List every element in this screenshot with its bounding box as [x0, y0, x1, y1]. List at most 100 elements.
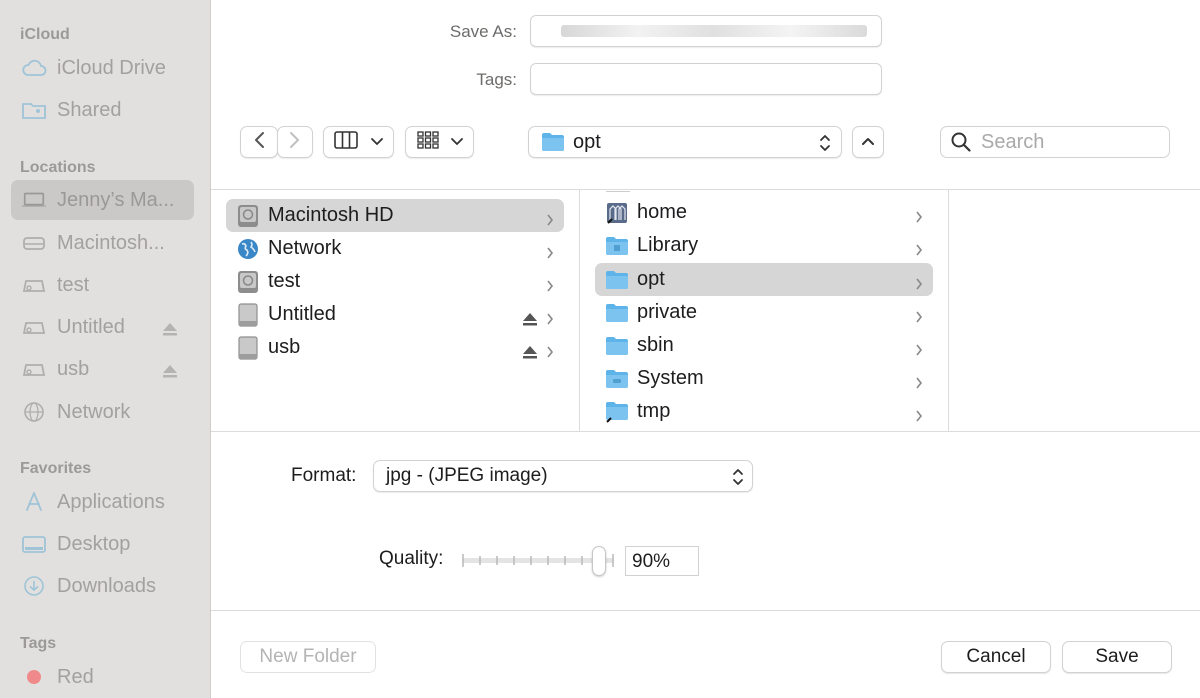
sidebar-item-shared[interactable]: Shared	[11, 90, 194, 130]
column2-item-opt[interactable]: opt	[595, 263, 933, 296]
chevron-right-icon	[915, 405, 923, 428]
sidebar-item-this-mac[interactable]: Jenny’s Ma...	[11, 180, 194, 220]
group-button[interactable]	[405, 126, 474, 158]
column2-item-private[interactable]: private	[595, 296, 933, 329]
grid-icon	[416, 130, 440, 155]
sidebar-item-network[interactable]: Network	[11, 392, 194, 432]
column2-item-sbin[interactable]: sbin	[595, 329, 933, 362]
collapse-button[interactable]	[852, 126, 884, 158]
column1-item-macintosh-hd[interactable]: Macintosh HD	[226, 199, 564, 232]
sidebar-item-usb[interactable]: usb	[11, 349, 194, 389]
column1-item-network[interactable]: Network	[226, 232, 564, 265]
column1-item-untitled[interactable]: Untitled	[226, 298, 564, 331]
column2-item-tmp[interactable]: tmp	[595, 395, 933, 428]
sidebar-item-label: Network	[57, 400, 131, 423]
path-popup[interactable]: opt	[528, 126, 842, 158]
view-mode-button[interactable]	[323, 126, 394, 158]
sidebar-section-tags: Tags	[20, 635, 57, 652]
eject-icon[interactable]	[162, 319, 178, 342]
download-icon	[21, 573, 47, 599]
sidebar-item-icloud-drive[interactable]: iCloud Drive	[11, 48, 194, 88]
save-button[interactable]: Save	[1062, 641, 1172, 673]
system-folder-icon	[605, 367, 629, 391]
tags-label: Tags:	[476, 70, 517, 89]
row-label: Macintosh HD	[268, 204, 394, 226]
chevron-right-icon	[915, 372, 923, 395]
cloud-icon	[21, 55, 47, 81]
chevron-right-icon	[915, 339, 923, 362]
save-as-label: Save As:	[449, 22, 517, 41]
forward-button[interactable]	[277, 126, 313, 158]
row-label: usb	[268, 336, 301, 358]
new-folder-button[interactable]: New Folder	[240, 641, 376, 673]
shared-folder-icon	[21, 97, 47, 123]
row-label: opt	[637, 268, 665, 290]
back-button[interactable]	[240, 126, 278, 158]
slider-thumb[interactable]	[591, 546, 606, 576]
sidebar-item-label: Applications	[57, 490, 165, 513]
quality-slider[interactable]	[462, 546, 614, 576]
column2-item-home[interactable]: home	[595, 196, 933, 229]
eject-icon[interactable]	[522, 309, 538, 332]
search-field[interactable]	[940, 126, 1170, 158]
column2-item-system[interactable]: System	[595, 362, 933, 395]
sidebar-section-favorites: Favorites	[20, 460, 92, 477]
chevron-right-icon	[915, 273, 923, 296]
clipped-item	[606, 188, 630, 192]
chevron-right-icon	[546, 341, 554, 364]
chevron-up-icon	[861, 133, 875, 151]
sidebar-item-label: Macintosh...	[57, 231, 165, 254]
folder-icon	[605, 301, 629, 325]
internal-drive-icon	[21, 230, 47, 256]
sidebar-item-desktop[interactable]: Desktop	[11, 524, 194, 564]
sidebar-item-macintosh-hd[interactable]: Macintosh...	[11, 223, 194, 263]
row-label: sbin	[637, 334, 674, 356]
row-label: home	[637, 201, 688, 223]
row-label: private	[637, 301, 698, 323]
chevron-right-icon	[546, 308, 554, 331]
laptop-icon	[21, 187, 47, 213]
updown-chevron-icon	[732, 467, 744, 493]
removable-drive-icon	[236, 302, 260, 327]
column1-item-usb[interactable]: usb	[226, 331, 564, 364]
column-browser: Macintosh HD Network test Untitled usb h…	[211, 189, 1200, 432]
desktop-icon	[21, 531, 47, 557]
row-label: Untitled	[268, 303, 336, 325]
sidebar-item-label: iCloud Drive	[57, 56, 166, 79]
sidebar-item-tag-red[interactable]: Red	[11, 657, 194, 697]
quality-value-field[interactable]: 90%	[625, 546, 699, 576]
cancel-button[interactable]: Cancel	[941, 641, 1051, 673]
sidebar-item-applications[interactable]: Applications	[11, 482, 194, 522]
globe-icon	[236, 237, 260, 261]
sidebar-item-label: Shared	[57, 98, 122, 121]
sidebar-item-label: Red	[57, 665, 94, 688]
save-as-field[interactable]	[530, 15, 882, 47]
sidebar-section-icloud: iCloud	[20, 26, 70, 43]
applications-icon	[21, 489, 47, 515]
external-drive-icon	[21, 272, 47, 298]
chevron-right-icon	[915, 206, 923, 229]
row-label: Library	[637, 234, 699, 256]
eject-icon[interactable]	[522, 342, 538, 365]
chevron-right-icon	[546, 275, 554, 298]
search-input[interactable]	[981, 130, 1151, 154]
tags-field[interactable]	[530, 63, 882, 95]
chevron-left-icon	[253, 131, 265, 154]
chevron-right-icon	[546, 209, 554, 232]
external-drive-icon	[21, 314, 47, 340]
sidebar-item-downloads[interactable]: Downloads	[11, 566, 194, 606]
column-divider	[579, 190, 580, 431]
format-popup[interactable]: jpg - (JPEG image)	[373, 460, 753, 492]
sidebar-item-untitled[interactable]: Untitled	[11, 307, 194, 347]
redacted-filename	[561, 25, 867, 37]
row-label: test	[268, 270, 301, 292]
column1-item-test[interactable]: test	[226, 265, 564, 298]
sidebar-item-test[interactable]: test	[11, 265, 194, 305]
column-view-icon	[334, 130, 358, 154]
sidebar-item-label: usb	[57, 357, 90, 380]
column2-item-library[interactable]: Library	[595, 229, 933, 262]
eject-icon[interactable]	[162, 361, 178, 384]
removable-drive-icon	[236, 335, 260, 360]
format-value: jpg - (JPEG image)	[386, 465, 548, 486]
chevron-right-icon	[546, 242, 554, 265]
